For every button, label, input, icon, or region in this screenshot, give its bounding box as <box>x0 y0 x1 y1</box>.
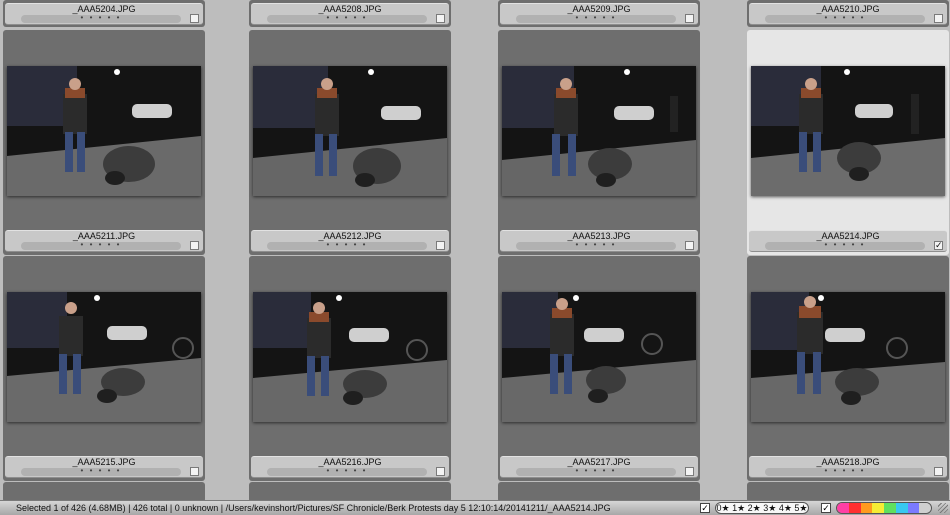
rating-dots[interactable]: • • • • • <box>516 14 676 23</box>
checkbox-icon[interactable]: ✓ <box>700 503 710 513</box>
thumbnail-cell[interactable]: _AAA5216.JPG • • • • • <box>249 256 451 481</box>
checkbox-icon[interactable] <box>934 467 943 476</box>
checkbox-icon[interactable] <box>190 14 199 23</box>
photo-thumbnail[interactable] <box>502 292 696 422</box>
checkbox-icon[interactable] <box>436 467 445 476</box>
photo-thumbnail[interactable] <box>751 292 945 422</box>
checkbox-icon[interactable]: ✓ <box>934 241 943 250</box>
thumbnail-cell[interactable]: _AAA5208.JPG • • • • • <box>249 0 451 27</box>
rating-dots[interactable]: • • • • • <box>765 467 925 476</box>
checkbox-icon[interactable] <box>436 241 445 250</box>
status-bar: Selected 1 of 426 (4.68MB) | 426 total |… <box>0 500 950 515</box>
color-label-filter[interactable] <box>836 502 932 514</box>
photo-thumbnail[interactable] <box>253 66 447 196</box>
checkbox-icon[interactable] <box>190 467 199 476</box>
thumbnail-cell[interactable]: _AAA5213.JPG • • • • • <box>498 30 700 255</box>
contact-sheet-grid: _AAA5204.JPG • • • • • _AAA5208.JPG • • … <box>0 0 950 500</box>
photo-thumbnail[interactable] <box>7 292 201 422</box>
thumbnail-cell-selected[interactable]: _AAA5214.JPG • • • • • ✓ <box>747 30 949 255</box>
thumbnail-label: _AAA5212.JPG • • • • • <box>251 230 449 252</box>
rating-filter[interactable]: 0★ 1★ 2★ 3★ 4★ 5★ <box>715 502 809 514</box>
rating-dots[interactable]: • • • • • <box>21 14 181 23</box>
thumbnail-label: _AAA5217.JPG • • • • • <box>500 456 698 478</box>
thumbnail-label: _AAA5209.JPG • • • • • <box>500 3 698 25</box>
thumbnail-label: _AAA5210.JPG • • • • • <box>749 3 947 25</box>
color-swatch[interactable] <box>919 503 931 513</box>
thumbnail-cell[interactable]: _AAA5204.JPG • • • • • <box>3 0 205 27</box>
thumbnail-cell[interactable]: _AAA5209.JPG • • • • • <box>498 0 700 27</box>
thumbnail-label: _AAA5215.JPG • • • • • <box>5 456 203 478</box>
rating-dots[interactable]: • • • • • <box>765 14 925 23</box>
color-swatch[interactable] <box>848 503 861 513</box>
checkbox-icon[interactable] <box>685 14 694 23</box>
color-swatch[interactable] <box>860 503 873 513</box>
checkbox-icon[interactable] <box>436 14 445 23</box>
thumbnail-label: _AAA5204.JPG • • • • • <box>5 3 203 25</box>
checkbox-icon[interactable] <box>934 14 943 23</box>
thumbnail-cell[interactable]: _AAA5211.JPG • • • • • <box>3 30 205 255</box>
rating-dots[interactable]: • • • • • <box>765 241 925 250</box>
color-swatch[interactable] <box>872 503 884 513</box>
thumbnail-label: _AAA5208.JPG • • • • • <box>251 3 449 25</box>
checkbox-icon[interactable] <box>190 241 199 250</box>
photo-thumbnail[interactable] <box>253 292 447 422</box>
thumbnail-cell[interactable] <box>747 482 949 500</box>
thumbnail-cell[interactable]: _AAA5210.JPG • • • • • <box>747 0 949 27</box>
rating-dots[interactable]: • • • • • <box>267 14 427 23</box>
thumbnail-cell[interactable] <box>249 482 451 500</box>
thumbnail-cell[interactable]: _AAA5212.JPG • • • • • <box>249 30 451 255</box>
rating-dots[interactable]: • • • • • <box>267 241 427 250</box>
color-swatch[interactable] <box>895 503 908 513</box>
rating-dots[interactable]: • • • • • <box>516 467 676 476</box>
thumbnail-cell[interactable]: _AAA5215.JPG • • • • • <box>3 256 205 481</box>
photo-thumbnail[interactable] <box>502 66 696 196</box>
thumbnail-cell[interactable]: _AAA5217.JPG • • • • • <box>498 256 700 481</box>
checkbox-icon[interactable]: ✓ <box>821 503 831 513</box>
photo-thumbnail[interactable] <box>7 66 201 196</box>
color-swatch[interactable] <box>837 503 849 513</box>
rating-dots[interactable]: • • • • • <box>21 241 181 250</box>
rating-dots[interactable]: • • • • • <box>21 467 181 476</box>
thumbnail-cell[interactable] <box>3 482 205 500</box>
thumbnail-cell[interactable]: _AAA5218.JPG • • • • • <box>747 256 949 481</box>
color-swatch[interactable] <box>907 503 920 513</box>
status-text: Selected 1 of 426 (4.68MB) | 426 total |… <box>16 503 611 513</box>
thumbnail-label: _AAA5211.JPG • • • • • <box>5 230 203 252</box>
thumbnail-label: _AAA5213.JPG • • • • • <box>500 230 698 252</box>
thumbnail-label: _AAA5214.JPG • • • • • ✓ <box>749 230 947 252</box>
checkbox-icon[interactable] <box>685 467 694 476</box>
rating-dots[interactable]: • • • • • <box>267 467 427 476</box>
photo-thumbnail[interactable] <box>751 66 945 196</box>
rating-dots[interactable]: • • • • • <box>516 241 676 250</box>
checkbox-icon[interactable] <box>685 241 694 250</box>
color-swatch[interactable] <box>884 503 896 513</box>
resize-grip-icon[interactable] <box>938 503 948 513</box>
thumbnail-label: _AAA5218.JPG • • • • • <box>749 456 947 478</box>
thumbnail-label: _AAA5216.JPG • • • • • <box>251 456 449 478</box>
thumbnail-cell[interactable] <box>498 482 700 500</box>
